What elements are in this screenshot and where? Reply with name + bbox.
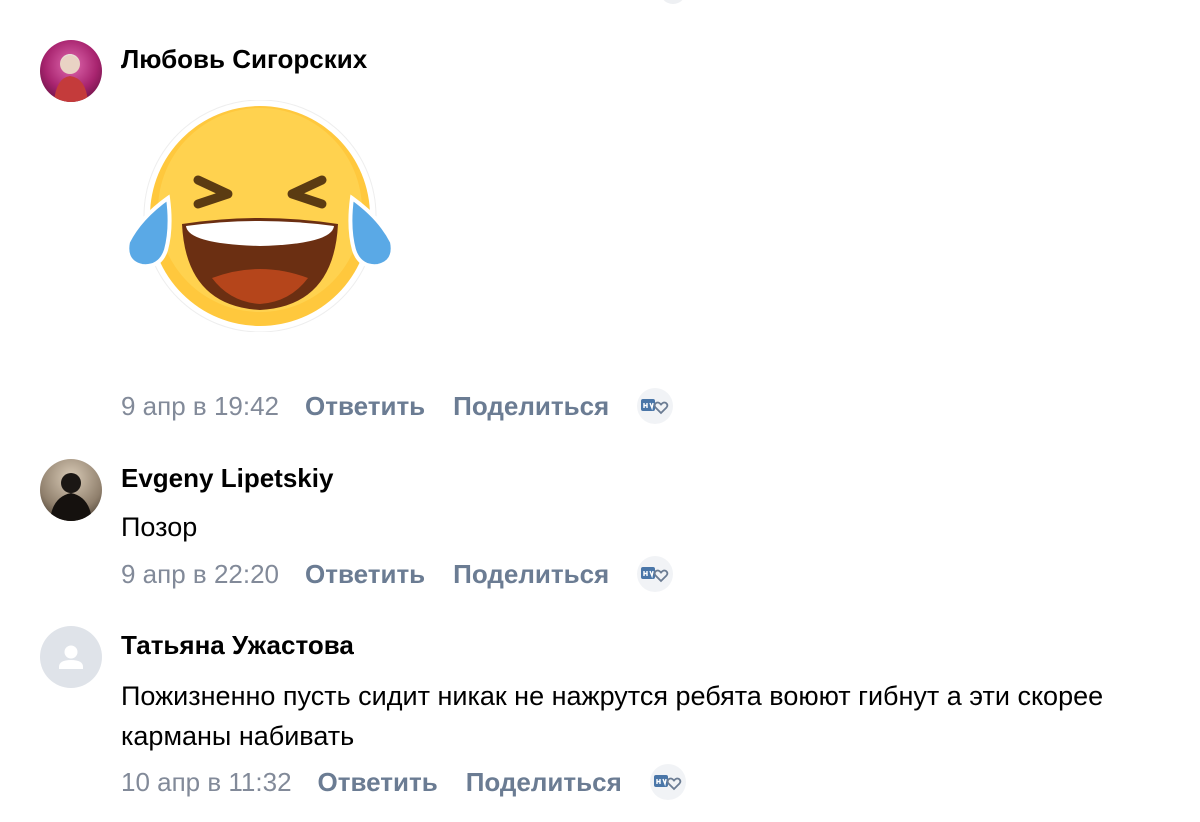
previous-comment-remnant	[120, 0, 686, 6]
comment-author[interactable]: Evgeny Lipetskiy	[121, 463, 333, 494]
comment-meta: 9 апр в 19:42 Ответить Поделиться	[121, 388, 674, 424]
share-button[interactable]: Поделиться	[466, 767, 622, 798]
share-button[interactable]: Поделиться	[453, 391, 609, 422]
comment-date[interactable]: 9 апр в 19:42	[121, 391, 279, 422]
comment-item: Любовь Сигорских 9 апр в 19:42 Ответить …	[40, 40, 1180, 430]
comment-date[interactable]: 9 апр в 22:20	[121, 559, 279, 590]
comments-page: Любовь Сигорских 9 апр в 19:42 Ответить …	[0, 0, 1200, 822]
comment-author[interactable]: Любовь Сигорских	[121, 44, 367, 75]
avatar[interactable]	[40, 40, 102, 102]
laughing-tears-emoji-sticker	[120, 99, 400, 333]
comment-text: Пожизненно пусть сидит никак не нажрутся…	[121, 681, 1104, 751]
like-icon[interactable]	[637, 556, 674, 592]
reply-button[interactable]: Ответить	[318, 767, 438, 798]
comment-text: Позор	[121, 512, 198, 542]
comment-item: Татьяна Ужастова Пожизненно пусть сидит …	[40, 626, 1180, 816]
comment-author[interactable]: Татьяна Ужастова	[121, 630, 354, 661]
default-user-icon[interactable]	[40, 626, 102, 688]
share-button[interactable]: Поделиться	[453, 559, 609, 590]
avatar[interactable]	[40, 459, 102, 521]
reply-button[interactable]: Ответить	[305, 559, 425, 590]
comment-date[interactable]: 10 апр в 11:32	[121, 767, 292, 798]
reply-button[interactable]: Ответить	[305, 391, 425, 422]
comment-item: Evgeny Lipetskiy Позор 9 апр в 22:20 Отв…	[40, 459, 1180, 599]
comment-meta: 9 апр в 22:20 Ответить Поделиться	[121, 556, 674, 592]
like-icon[interactable]	[649, 764, 686, 800]
comment-meta: 10 апр в 11:32 Ответить Поделиться	[121, 764, 686, 800]
like-icon[interactable]	[637, 388, 674, 424]
